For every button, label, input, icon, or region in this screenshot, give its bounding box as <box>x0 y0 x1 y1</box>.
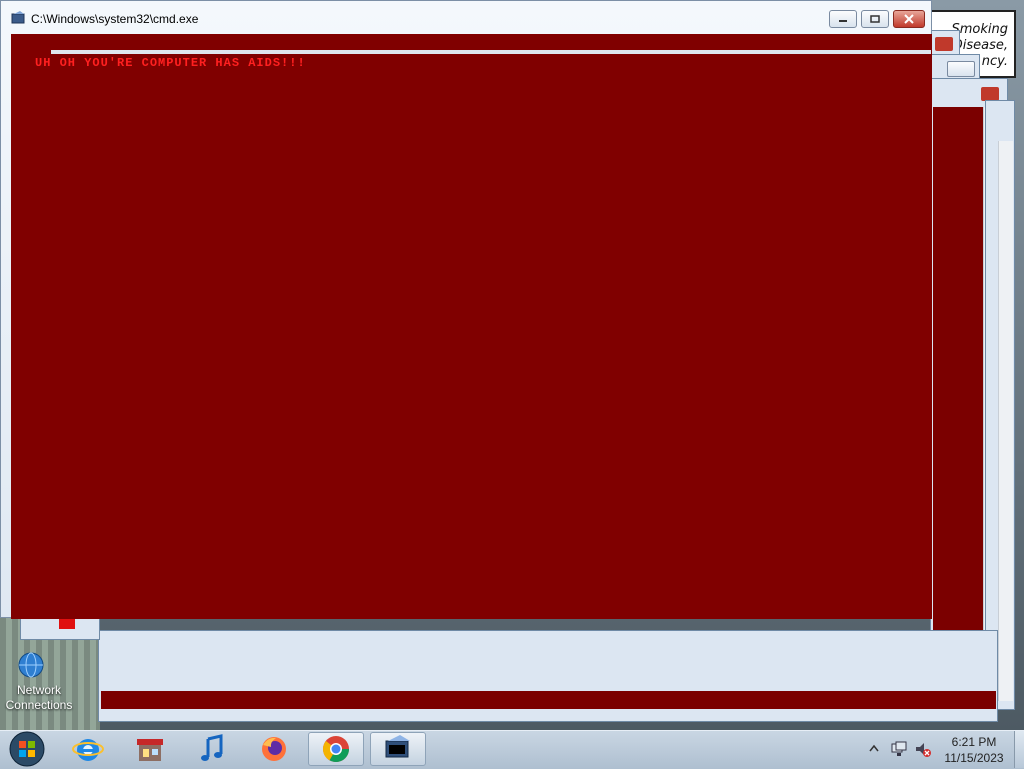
system-clock[interactable]: 6:21 PM 11/15/2023 <box>936 734 1012 766</box>
maximize-button[interactable] <box>861 10 889 28</box>
title-bar[interactable]: C:\Windows\system32\cmd.exe <box>1 1 933 33</box>
overlapping-window-edge <box>51 50 931 54</box>
console-area <box>101 691 996 709</box>
minimize-button[interactable] <box>829 10 857 28</box>
close-icon[interactable] <box>947 61 975 77</box>
restore-icon <box>870 15 880 23</box>
cmd-window-icon <box>11 11 25 24</box>
network-tray-icon[interactable] <box>890 740 908 758</box>
window-title: C:\Windows\system32\cmd.exe <box>31 12 199 26</box>
clock-date: 11/15/2023 <box>944 751 1004 765</box>
console-area <box>933 107 983 707</box>
console-output: UH OH YOU'RE COMPUTER HAS AIDS!!! <box>35 56 306 70</box>
minimize-icon <box>839 20 847 22</box>
scrollbar[interactable] <box>998 141 1013 701</box>
clock-time: 6:21 PM <box>951 735 997 749</box>
windows-orb-icon <box>9 731 45 767</box>
taskbar-store[interactable] <box>122 732 178 766</box>
show-desktop-button[interactable] <box>1014 731 1024 768</box>
internet-explorer-icon <box>72 739 104 761</box>
volume-muted-icon[interactable] <box>914 740 932 758</box>
start-button[interactable] <box>2 731 52 767</box>
show-hidden-icons-chevron-icon[interactable] <box>868 743 880 753</box>
close-icon[interactable] <box>981 87 999 101</box>
taskbar-itunes[interactable] <box>184 732 240 766</box>
label-line: Connections <box>5 698 73 712</box>
close-icon[interactable] <box>935 37 953 51</box>
store-icon <box>137 739 163 761</box>
taskbar-chrome[interactable] <box>308 732 364 766</box>
cmd-window-icon <box>385 735 410 758</box>
label-line: Network <box>16 683 61 697</box>
background-window[interactable] <box>985 100 1015 710</box>
cmd-window[interactable]: C:\Windows\system32\cmd.exe UH OH YOU'RE… <box>0 0 933 619</box>
chrome-icon <box>322 736 350 763</box>
firefox-icon <box>262 737 286 761</box>
globe-network-icon <box>18 652 44 678</box>
close-button[interactable] <box>893 10 925 28</box>
close-icon <box>904 14 914 24</box>
taskbar-internet-explorer[interactable] <box>60 732 116 766</box>
taskbar-firefox[interactable] <box>246 732 302 766</box>
taskbar-cmd[interactable] <box>370 732 426 766</box>
background-window[interactable] <box>98 630 998 722</box>
music-note-icon <box>201 734 223 761</box>
desktop-icon-label: Network Connections <box>4 683 74 713</box>
console-area[interactable]: UH OH YOU'RE COMPUTER HAS AIDS!!! <box>11 34 932 619</box>
